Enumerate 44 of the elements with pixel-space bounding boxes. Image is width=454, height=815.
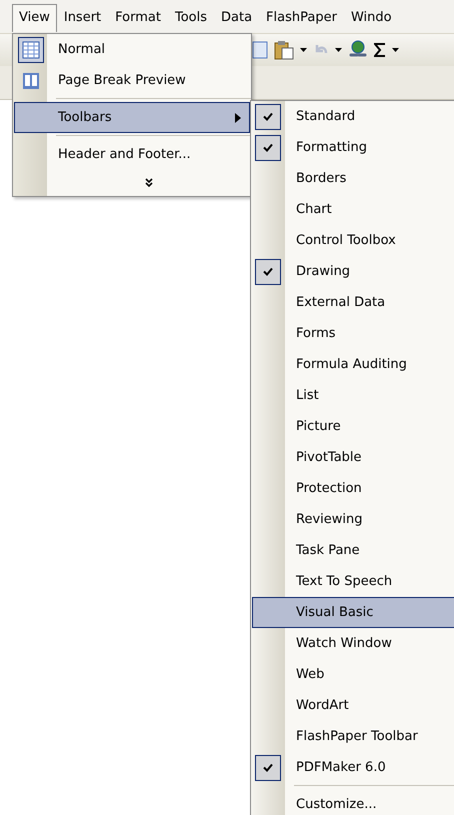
menu-title[interactable]: View bbox=[12, 4, 57, 32]
menu-item[interactable]: Formula Auditing bbox=[252, 349, 454, 380]
menu-title[interactable]: Tools bbox=[168, 4, 214, 32]
clipboard-icon[interactable] bbox=[274, 40, 294, 60]
menu-item[interactable]: Text To Speech bbox=[252, 566, 454, 597]
dropdown-arrow-icon[interactable] bbox=[335, 48, 342, 52]
menu-title[interactable]: Data bbox=[214, 4, 260, 32]
menu-item[interactable]: Task Pane bbox=[252, 535, 454, 566]
menu-item[interactable]: Chart bbox=[252, 194, 454, 225]
checkmark-icon bbox=[263, 143, 273, 152]
menu-item[interactable]: Customize... bbox=[252, 789, 454, 815]
menu-item[interactable]: FlashPaper Toolbar bbox=[252, 721, 454, 752]
menu-item[interactable]: Watch Window bbox=[252, 628, 454, 659]
menu-item[interactable]: WordArt bbox=[252, 690, 454, 721]
sum-icon[interactable] bbox=[374, 42, 386, 57]
submenu-arrow-icon bbox=[235, 112, 241, 122]
dropdown-arrow-icon[interactable] bbox=[300, 48, 307, 52]
menu-item[interactable]: Protection bbox=[252, 473, 454, 504]
menu-title[interactable]: Windo bbox=[344, 4, 399, 32]
menu-item[interactable]: Header and Footer... bbox=[14, 139, 250, 170]
menu-item[interactable]: Reviewing bbox=[252, 504, 454, 535]
menu-item[interactable]: Standard bbox=[252, 101, 454, 132]
checkmark-icon bbox=[263, 267, 273, 276]
menu-item[interactable]: Control Toolbox bbox=[252, 225, 454, 256]
menu-title[interactable]: Insert bbox=[56, 4, 108, 32]
checkmark-icon bbox=[263, 763, 273, 772]
menu-item[interactable]: List bbox=[252, 380, 454, 411]
checkmark-icon bbox=[263, 112, 273, 121]
menu-item[interactable]: Toolbars bbox=[14, 102, 250, 133]
menu-item[interactable]: Forms bbox=[252, 318, 454, 349]
menu-item[interactable]: Picture bbox=[252, 411, 454, 442]
menu-item[interactable]: Visual Basic bbox=[252, 597, 454, 628]
menu-item[interactable]: Web bbox=[252, 659, 454, 690]
menu-item[interactable]: Borders bbox=[252, 163, 454, 194]
menu-item[interactable]: PivotTable bbox=[252, 442, 454, 473]
document-icon[interactable] bbox=[252, 40, 268, 59]
menu-item[interactable]: Formatting bbox=[252, 132, 454, 163]
menu-title[interactable]: Format bbox=[108, 4, 168, 32]
menu-item[interactable]: PDFMaker 6.0 bbox=[252, 752, 454, 783]
menu-item[interactable]: External Data bbox=[252, 287, 454, 318]
expand-chevron-icon[interactable] bbox=[143, 177, 155, 189]
dropdown-arrow-icon[interactable] bbox=[392, 48, 399, 52]
menu-item[interactable]: Drawing bbox=[252, 256, 454, 287]
menu-title[interactable]: FlashPaper bbox=[259, 4, 344, 32]
